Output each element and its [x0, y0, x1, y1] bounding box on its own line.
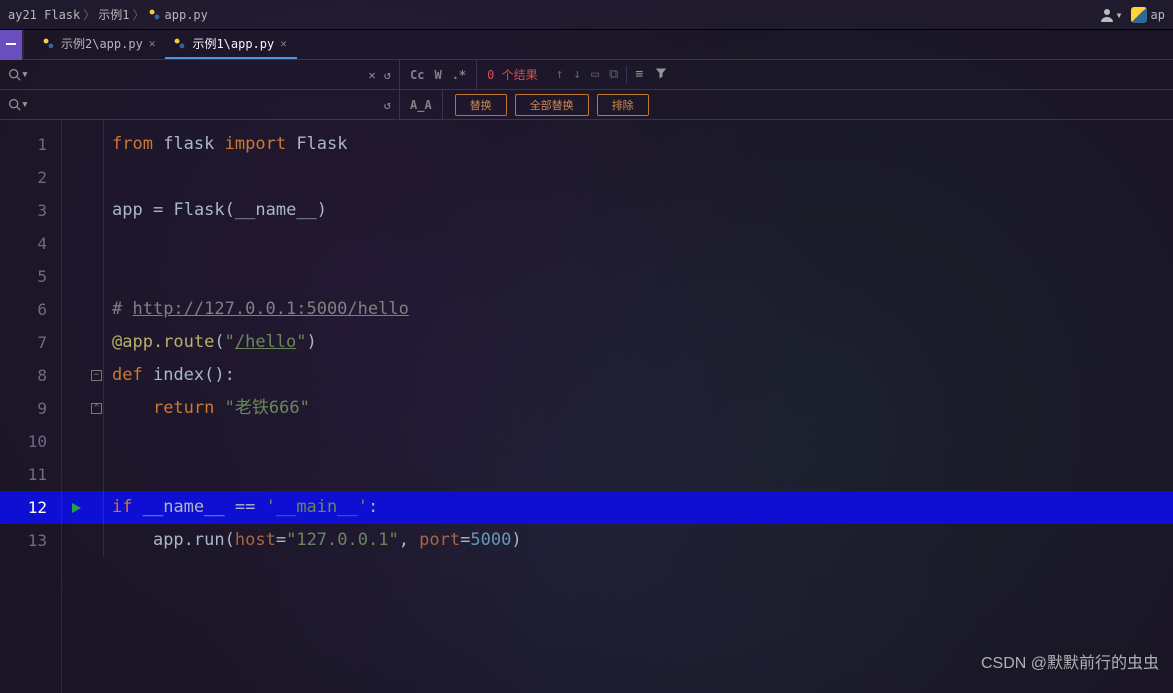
search-icon[interactable]: ▾ [0, 97, 37, 112]
line-number[interactable]: 7 [0, 326, 61, 359]
python-env-icon[interactable]: ap [1131, 7, 1165, 23]
close-icon[interactable]: ✕ [280, 37, 287, 50]
preserve-case-toggle[interactable]: A̲A [410, 98, 432, 112]
next-match-icon[interactable]: ↓ [573, 67, 581, 82]
code-line[interactable] [112, 425, 1173, 458]
replace-bar: ▾ ↺ A̲A 替换 全部替换 排除 [0, 90, 1173, 120]
search-icon[interactable]: ▾ [0, 67, 37, 82]
code-line[interactable]: return "老铁666" [112, 392, 1173, 425]
code-line[interactable] [112, 227, 1173, 260]
line-number[interactable]: 5 [0, 260, 61, 293]
fold-start-icon[interactable]: − [90, 359, 103, 392]
line-number[interactable]: 2 [0, 161, 61, 194]
line-number[interactable]: 8 [0, 359, 61, 392]
select-all-icon[interactable]: ▭ [591, 67, 599, 82]
settings-icon[interactable]: ≡ [635, 67, 643, 82]
replace-input[interactable] [37, 90, 376, 119]
code-line[interactable] [112, 458, 1173, 491]
close-icon[interactable]: ✕ [149, 37, 156, 50]
history-icon[interactable]: ↺ [384, 98, 391, 112]
user-icon[interactable]: ▾ [1099, 7, 1122, 23]
filter-icon[interactable] [655, 67, 667, 83]
line-number[interactable]: 12 [0, 491, 61, 524]
line-number[interactable]: 3 [0, 194, 61, 227]
find-input[interactable] [37, 60, 361, 89]
history-icon[interactable]: ↺ [384, 68, 391, 82]
line-number[interactable]: 6 [0, 293, 61, 326]
breadcrumb-bar: ay21 Flask 〉 示例1 〉 app.py ▾ ap [0, 0, 1173, 30]
tab-file-1[interactable]: 示例2\app.py ✕ [34, 30, 165, 59]
line-number[interactable]: 1 [0, 128, 61, 161]
result-count: 0 个结果 [477, 66, 547, 83]
breadcrumb-item-current[interactable]: app.py [148, 8, 208, 22]
tab-label: 示例2\app.py [61, 35, 143, 52]
breadcrumb-item[interactable]: ay21 Flask [8, 8, 80, 22]
python-file-icon [42, 37, 55, 50]
line-number[interactable]: 10 [0, 425, 61, 458]
line-number[interactable]: 9 [0, 392, 61, 425]
whole-word-toggle[interactable]: W [434, 68, 441, 82]
code-line[interactable] [112, 161, 1173, 194]
match-case-toggle[interactable]: Cc [410, 68, 424, 82]
code-line[interactable]: app = Flask(__name__) [112, 194, 1173, 227]
gutter: 12345678910111213 [0, 120, 62, 693]
code-line[interactable] [112, 260, 1173, 293]
code-line[interactable]: # http://127.0.0.1:5000/hello [112, 293, 1173, 326]
python-file-icon [173, 37, 186, 50]
editor-header: 示例2\app.py ✕ 示例1\app.py ✕ [0, 30, 1173, 60]
line-number[interactable]: 11 [0, 458, 61, 491]
code-editor[interactable]: 12345678910111213 −⌃ from flask import F… [0, 120, 1173, 693]
code-line[interactable]: from flask import Flask [112, 128, 1173, 161]
add-selection-icon[interactable]: ⧉ [609, 67, 618, 82]
python-file-icon [148, 8, 161, 21]
tab-label: 示例1\app.py [192, 35, 274, 52]
find-bar: ▾ ✕ ↺ Cc W .* 0 个结果 ↑ ↓ ▭ ⧉ ≡ [0, 60, 1173, 90]
code-line[interactable]: @app.route("/hello") [112, 326, 1173, 359]
replace-button[interactable]: 替换 [455, 94, 507, 116]
code-line[interactable]: if __name__ == '__main__': [112, 491, 1173, 524]
exclude-button[interactable]: 排除 [597, 94, 649, 116]
code-line[interactable]: app.run(host="127.0.0.1", port=5000) [112, 524, 1173, 557]
line-number[interactable]: 13 [0, 524, 61, 557]
regex-toggle[interactable]: .* [452, 68, 466, 82]
clear-icon[interactable]: ✕ [369, 68, 376, 82]
code-line[interactable]: def index(): [112, 359, 1173, 392]
fold-end-icon[interactable]: ⌃ [90, 392, 103, 425]
editor-tabs: 示例2\app.py ✕ 示例1\app.py ✕ [24, 30, 297, 59]
tab-file-2[interactable]: 示例1\app.py ✕ [165, 30, 296, 59]
split-left-button[interactable] [0, 30, 24, 60]
breadcrumb-item[interactable]: 示例1 [98, 6, 129, 23]
replace-all-button[interactable]: 全部替换 [515, 94, 589, 116]
prev-match-icon[interactable]: ↑ [556, 67, 564, 82]
run-line-icon[interactable] [62, 491, 90, 524]
line-number[interactable]: 4 [0, 227, 61, 260]
